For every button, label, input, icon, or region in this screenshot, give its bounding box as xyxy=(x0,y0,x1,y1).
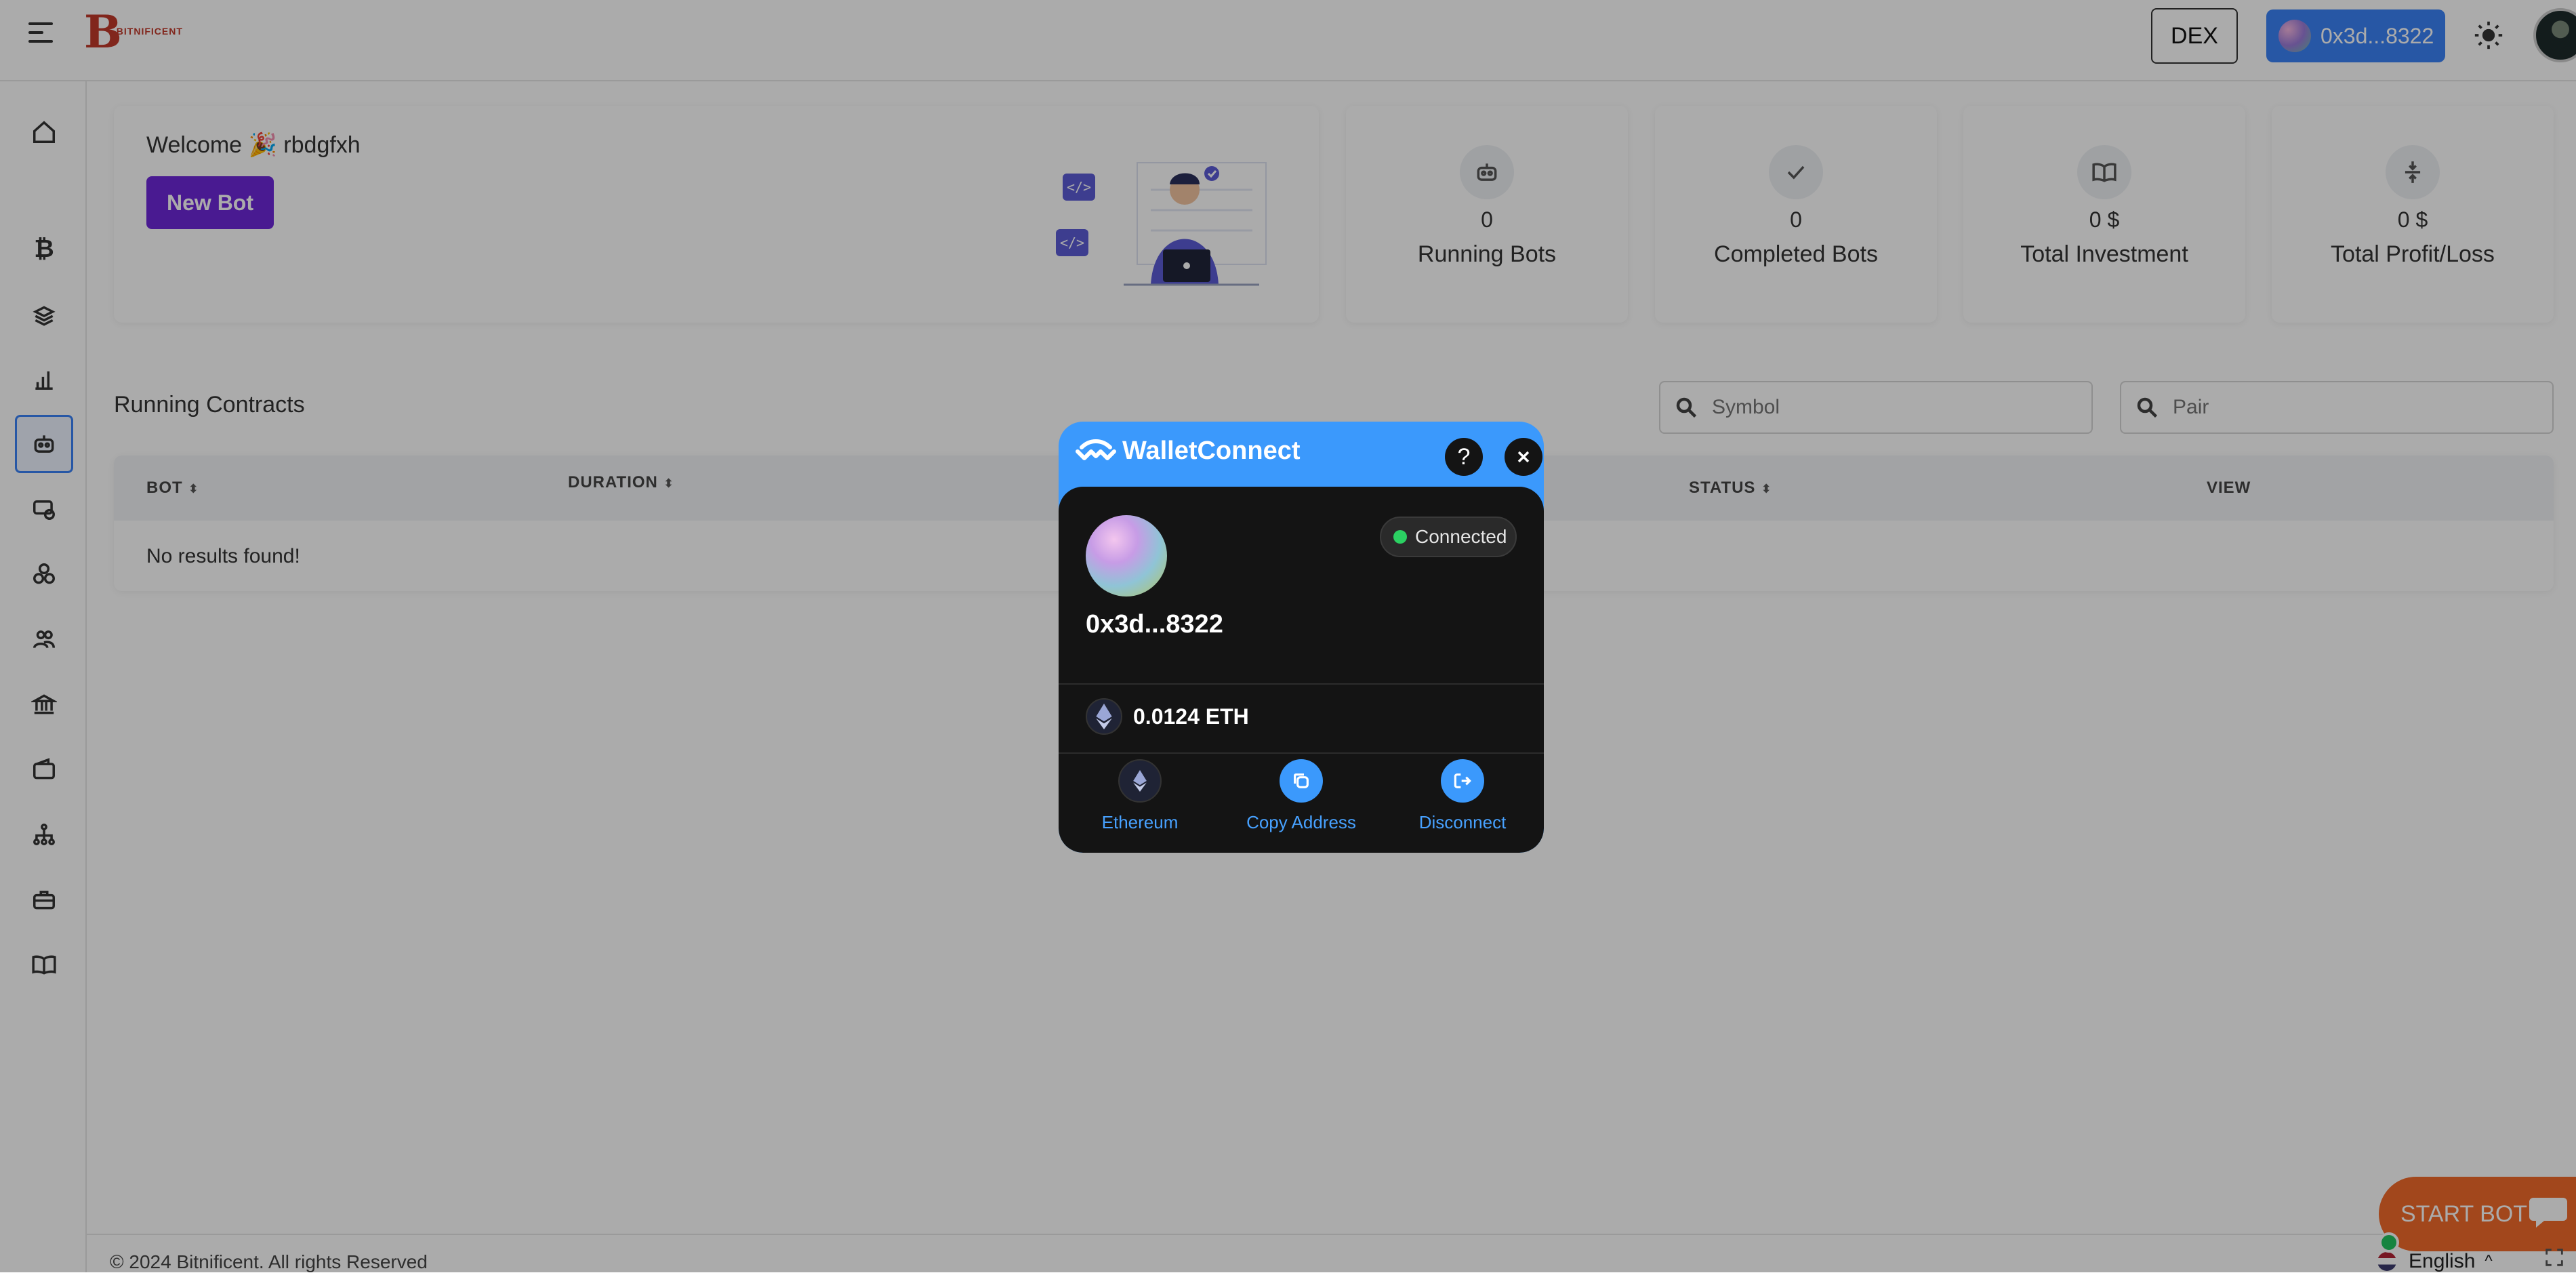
close-button[interactable] xyxy=(1505,438,1542,476)
ethereum-icon xyxy=(1086,698,1122,735)
copy-icon xyxy=(1280,759,1323,803)
modal-header: WalletConnect ? xyxy=(1059,422,1544,489)
connection-status-badge: Connected xyxy=(1380,517,1517,557)
divider xyxy=(1059,683,1544,685)
action-label: Copy Address xyxy=(1246,812,1356,832)
wallet-avatar xyxy=(1086,515,1167,597)
walletconnect-modal: WalletConnect ? Connected 0x3d...8322 0.… xyxy=(1059,422,1544,853)
close-icon xyxy=(1517,451,1530,463)
network-ethereum-button[interactable]: Ethereum xyxy=(1065,759,1214,833)
modal-body: Connected 0x3d...8322 0.0124 ETH Ethereu… xyxy=(1059,487,1544,853)
walletconnect-brand: WalletConnect xyxy=(1075,437,1301,466)
balance-row: 0.0124 ETH xyxy=(1086,698,1249,735)
action-label: Disconnect xyxy=(1418,812,1507,832)
walletconnect-logo-icon xyxy=(1076,439,1116,460)
copy-address-button[interactable]: Copy Address xyxy=(1227,759,1376,833)
divider xyxy=(1059,752,1544,754)
disconnect-button[interactable]: Disconnect xyxy=(1388,759,1537,833)
help-button[interactable]: ? xyxy=(1445,438,1483,476)
wallet-address: 0x3d...8322 xyxy=(1086,610,1223,639)
wallet-balance: 0.0124 ETH xyxy=(1133,704,1249,729)
disconnect-icon xyxy=(1441,759,1484,803)
status-dot xyxy=(1393,530,1407,544)
ethereum-icon xyxy=(1118,759,1162,803)
action-label: Ethereum xyxy=(1101,812,1179,832)
